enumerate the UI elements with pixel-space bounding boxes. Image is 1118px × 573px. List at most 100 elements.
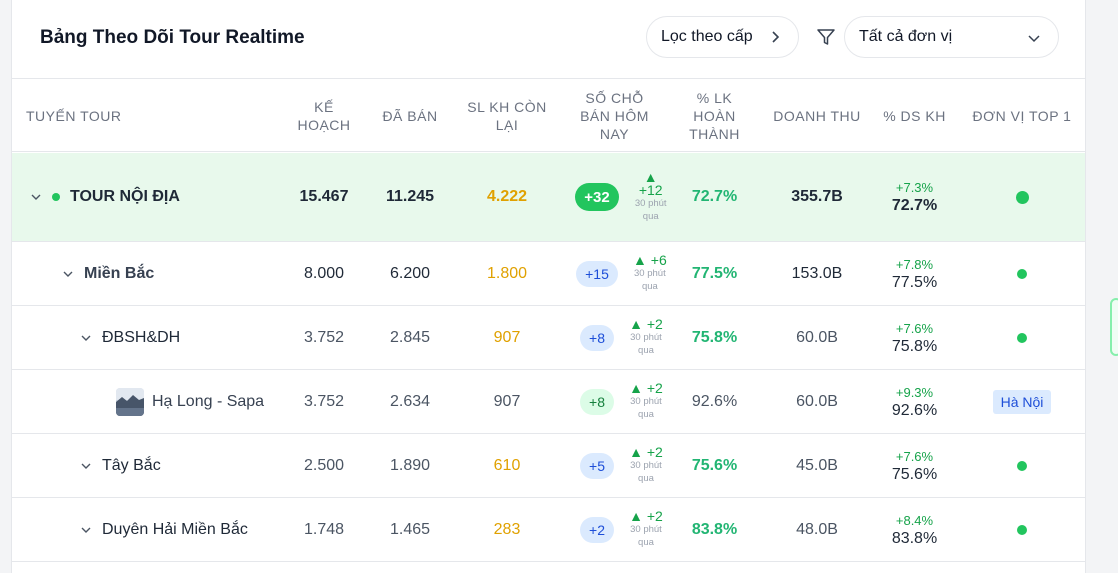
status-dot	[52, 193, 60, 201]
table-row[interactable]: Duyên Hải Miền Bắc 1.748 1.465 283 +2 ▲ …	[12, 498, 1085, 562]
column-header-today-seats[interactable]: SỐ CHỖ BÁN HÔM NAY	[567, 79, 662, 152]
today-delta-note: 30 phút qua	[630, 524, 662, 548]
ds-change: +7.3%	[895, 180, 934, 195]
today-delta-note: 30 phút qua	[630, 396, 662, 420]
sold-value: 11.245	[385, 188, 435, 205]
ds-value: 83.8%	[891, 529, 938, 547]
today-seats-badge: +32	[575, 183, 619, 211]
ds-value: 92.6%	[891, 401, 938, 419]
column-header-route[interactable]: TUYẾN TOUR	[26, 79, 186, 152]
today-delta: +6	[650, 252, 667, 268]
ds-change: +7.6%	[895, 320, 934, 336]
unit-select-value: Tất cả đơn vị	[859, 28, 953, 45]
today-seats-badge: +5	[580, 452, 614, 479]
top-unit-dot	[1015, 190, 1029, 204]
today-delta: +2	[646, 380, 663, 396]
ds-change: +9.3%	[895, 384, 934, 400]
completion-value: 72.7%	[691, 188, 738, 205]
table-row[interactable]: Hạ Long - Sapa 3.752 2.634 907 +8 ▲ +2 3…	[12, 370, 1085, 434]
chevron-down-icon[interactable]	[30, 191, 42, 203]
today-delta-note: 30 phút qua	[630, 332, 662, 356]
sold-value: 2.845	[389, 328, 431, 346]
route-name: Tây Bắc	[102, 456, 161, 474]
route-name: Miền Bắc	[84, 264, 155, 282]
route-name: ĐBSH&DH	[102, 328, 181, 346]
column-header-completion[interactable]: % LK HOÀN THÀNH	[677, 79, 752, 152]
table-row[interactable]: TOUR NỘI ĐỊA 15.467 11.245 4.222 +32 ▲ +…	[12, 153, 1085, 242]
filter-icon[interactable]	[816, 27, 836, 47]
up-arrow-icon: ▲	[629, 444, 647, 460]
remaining-value: 283	[493, 520, 521, 538]
up-arrow-icon: ▲	[633, 252, 651, 268]
ds-change: +7.6%	[895, 448, 934, 464]
today-seats-badge: +8	[580, 388, 614, 415]
completion-value: 92.6%	[691, 392, 738, 410]
up-arrow-icon: ▲	[629, 380, 647, 396]
completion-value: 77.5%	[691, 264, 738, 282]
column-header-sold[interactable]: ĐÃ BÁN	[370, 79, 450, 152]
today-delta-note: 30 phút qua	[630, 460, 662, 484]
plan-value: 2.500	[303, 456, 345, 474]
side-widget-handle[interactable]	[1110, 298, 1118, 356]
sold-value: 2.634	[389, 392, 431, 410]
plan-value: 3.752	[303, 392, 345, 410]
table-row[interactable]: Miền Bắc 8.000 6.200 1.800 +15 ▲ +6 30 p…	[12, 242, 1085, 306]
ds-value: 75.8%	[891, 337, 938, 355]
column-header-remaining[interactable]: SL KH CÒN LẠI	[457, 79, 557, 152]
remaining-value: 907	[493, 328, 521, 346]
route-name: Hạ Long - Sapa	[152, 392, 265, 410]
unit-select[interactable]: Tất cả đơn vị	[844, 16, 1059, 58]
filter-by-level-button[interactable]: Lọc theo cấp	[646, 16, 799, 58]
sold-value: 1.890	[389, 456, 431, 474]
route-name: TOUR NỘI ĐỊA	[70, 188, 180, 205]
today-delta: +2	[646, 316, 663, 332]
remaining-value: 610	[493, 456, 521, 474]
top-unit-dot	[1017, 268, 1027, 279]
today-delta: +2	[646, 508, 663, 524]
column-header-revenue[interactable]: DOANH THU	[767, 79, 867, 152]
today-seats-badge: +8	[580, 324, 614, 351]
column-header-plan[interactable]: KẾ HOẠCH	[284, 79, 364, 152]
chevron-down-icon[interactable]	[80, 460, 92, 472]
ds-value: 77.5%	[891, 273, 938, 291]
tour-tracking-card: Bảng Theo Dõi Tour Realtime Lọc theo cấp…	[11, 0, 1086, 573]
table-row[interactable]: ĐBSH&DH 3.752 2.845 907 +8 ▲ +2 30 phút …	[12, 306, 1085, 370]
table-header: TUYẾN TOUR KẾ HOẠCH ĐÃ BÁN SL KH CÒN LẠI…	[12, 79, 1085, 152]
top-unit-dot	[1017, 460, 1027, 471]
plan-value: 3.752	[303, 328, 345, 346]
revenue-value: 355.7B	[791, 188, 843, 205]
today-delta-note: 30 phút qua	[634, 268, 666, 292]
plan-value: 8.000	[303, 264, 345, 282]
plan-value: 15.467	[299, 188, 349, 205]
column-header-ds-kh[interactable]: % DS KH	[872, 79, 957, 152]
chevron-right-icon	[772, 31, 780, 43]
revenue-value: 60.0B	[796, 392, 838, 410]
today-delta-note: 30 phút qua	[634, 198, 667, 222]
top-unit-dot	[1017, 524, 1027, 535]
remaining-value: 907	[493, 392, 521, 410]
today-delta: +12	[638, 182, 663, 198]
revenue-value: 45.0B	[796, 456, 838, 474]
chevron-down-icon[interactable]	[80, 524, 92, 536]
route-name: Duyên Hải Miền Bắc	[102, 520, 248, 538]
completion-value: 75.6%	[691, 456, 738, 474]
remaining-value: 4.222	[486, 188, 528, 205]
chevron-down-icon[interactable]	[80, 332, 92, 344]
ds-value: 72.7%	[891, 197, 938, 214]
ds-change: +8.4%	[895, 512, 934, 528]
tour-thumbnail-image	[116, 387, 144, 416]
page-title: Bảng Theo Dõi Tour Realtime	[40, 27, 305, 48]
revenue-value: 60.0B	[796, 328, 838, 346]
today-seats-badge: +2	[580, 516, 614, 543]
plan-value: 1.748	[303, 520, 345, 538]
up-arrow-icon: ▲	[629, 508, 647, 524]
revenue-value: 153.0B	[791, 264, 843, 282]
chevron-down-icon[interactable]	[62, 268, 74, 280]
today-delta: +2	[646, 444, 663, 460]
filter-by-level-label: Lọc theo cấp	[661, 28, 753, 45]
completion-value: 83.8%	[691, 520, 738, 538]
column-header-top-unit[interactable]: ĐƠN VỊ TOP 1	[967, 79, 1077, 152]
table-row[interactable]: Tây Bắc 2.500 1.890 610 +5 ▲ +2 30 phút …	[12, 434, 1085, 498]
remaining-value: 1.800	[486, 264, 528, 282]
up-arrow-icon: ▲	[629, 316, 647, 332]
